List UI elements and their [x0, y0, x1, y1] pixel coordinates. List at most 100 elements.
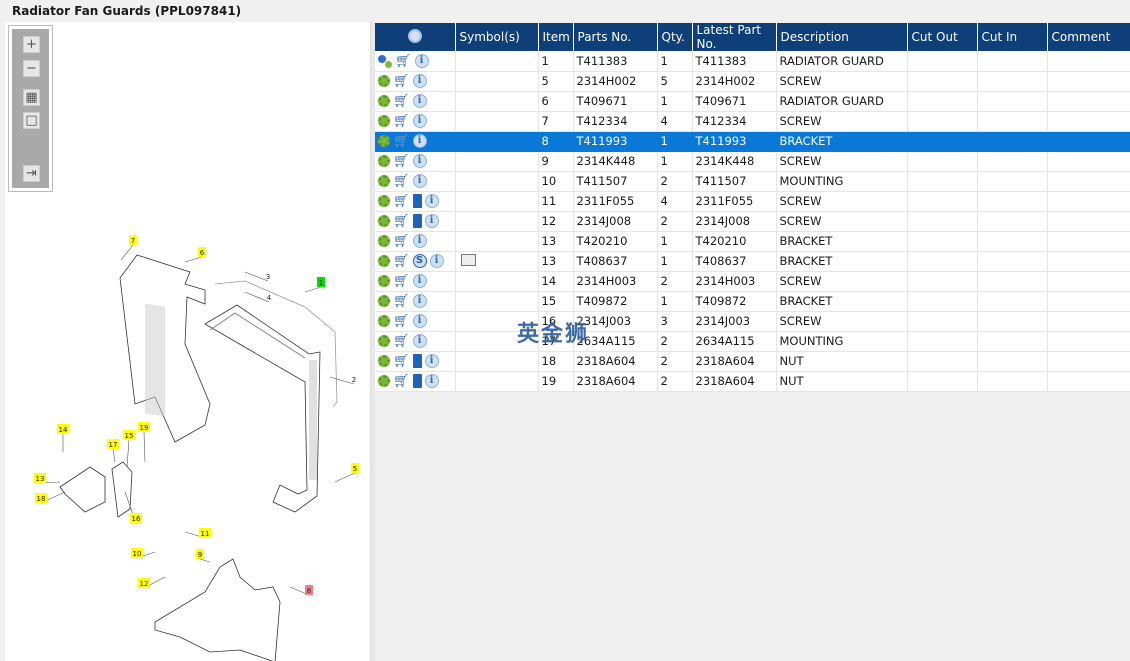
- callout-13[interactable]: 13: [34, 473, 61, 484]
- info-icon[interactable]: i: [424, 354, 439, 369]
- callout-2[interactable]: 2: [329, 374, 358, 385]
- gear-icon[interactable]: [378, 75, 390, 88]
- column-header-latest-part-no[interactable]: Latest Part No.: [692, 23, 777, 51]
- table-row[interactable]: 🛒︎ i 17 2634A115 2 2634A115 MOUNTING: [375, 331, 1130, 352]
- table-row[interactable]: 🛒︎ i 12 2314J008 2 2314J008 SCREW: [375, 211, 1130, 232]
- column-header-comment[interactable]: Comment: [1047, 23, 1130, 51]
- info-icon[interactable]: i: [412, 294, 427, 309]
- callout-19[interactable]: 19: [138, 422, 150, 463]
- s-icon[interactable]: S: [412, 254, 427, 269]
- cart-icon[interactable]: 🛒︎: [393, 135, 410, 148]
- cart-icon[interactable]: 🛒︎: [393, 255, 410, 268]
- diagram-panel[interactable]: 7 6 3 4 1 2 5 14 17 15 19 13 18 16 11 10 9 12 8 + − ▦ □ ⇥: [5, 22, 370, 661]
- callout-4[interactable]: 4: [244, 291, 273, 303]
- gears-icon[interactable]: [378, 54, 392, 68]
- table-row[interactable]: 🛒︎ i 8 T411993 1 T411993 BRACKET: [375, 131, 1130, 152]
- gear-icon[interactable]: [378, 335, 390, 348]
- info-icon[interactable]: i: [412, 94, 427, 109]
- table-row[interactable]: 🛒︎ i 19 2318A604 2 2318A604 NUT: [375, 371, 1130, 392]
- zoom-in-button[interactable]: +: [23, 36, 40, 53]
- book-icon[interactable]: [412, 374, 422, 389]
- cart-icon[interactable]: 🛒︎: [393, 355, 410, 368]
- info-icon[interactable]: i: [424, 374, 439, 389]
- gear-icon[interactable]: [378, 95, 390, 108]
- cart-icon[interactable]: 🛒︎: [393, 335, 410, 348]
- table-row[interactable]: 🛒︎ i 14 2314H003 2 2314H003 SCREW: [375, 271, 1130, 292]
- callout-14[interactable]: 14: [57, 424, 69, 452]
- info-icon[interactable]: i: [424, 194, 439, 209]
- table-row[interactable]: 🛒︎ i 13 T420210 1 T420210 BRACKET: [375, 231, 1130, 252]
- table-row[interactable]: 🛒︎ i 10 T411507 2 T411507 MOUNTING: [375, 171, 1130, 192]
- book-icon[interactable]: [412, 214, 422, 229]
- column-header-search[interactable]: [375, 23, 456, 51]
- callout-1[interactable]: 1: [304, 277, 325, 293]
- gear-icon[interactable]: [378, 175, 390, 188]
- callout-11[interactable]: 11: [184, 528, 211, 539]
- cart-icon[interactable]: 🛒︎: [393, 215, 410, 228]
- gear-icon[interactable]: [378, 195, 390, 208]
- table-row[interactable]: 🛒︎ i 18 2318A604 2 2318A604 NUT: [375, 351, 1130, 372]
- table-row[interactable]: 🛒︎ i 1 T411383 1 T411383 RADIATOR GUARD: [375, 51, 1130, 72]
- column-header-cut-in[interactable]: Cut In: [977, 23, 1048, 51]
- book-icon[interactable]: [412, 354, 422, 369]
- table-row[interactable]: 🛒︎ i 15 T409872 1 T409872 BRACKET: [375, 291, 1130, 312]
- cart-icon[interactable]: 🛒︎: [393, 175, 410, 188]
- cart-icon[interactable]: 🛒︎: [393, 315, 410, 328]
- info-icon[interactable]: i: [412, 134, 427, 149]
- exploded-diagram[interactable]: 7634125141715191318161110 9128: [5, 22, 370, 661]
- callout-6[interactable]: 6: [184, 247, 206, 263]
- book-icon[interactable]: [412, 194, 422, 209]
- gear-icon[interactable]: [378, 115, 390, 128]
- info-icon[interactable]: i: [429, 254, 444, 269]
- cart-icon[interactable]: 🛒︎: [395, 55, 412, 68]
- info-icon[interactable]: i: [412, 74, 427, 89]
- info-icon[interactable]: i: [412, 274, 427, 289]
- column-header-qty[interactable]: Qty.: [657, 23, 693, 51]
- gear-icon[interactable]: [378, 295, 390, 308]
- callout-9[interactable]: 9: [196, 549, 211, 563]
- callout-15[interactable]: 15: [123, 430, 135, 468]
- gear-icon[interactable]: [378, 315, 390, 328]
- export-button[interactable]: ⇥: [23, 165, 40, 182]
- info-icon[interactable]: i: [412, 234, 427, 249]
- gear-icon[interactable]: [378, 275, 390, 288]
- gear-icon[interactable]: [378, 375, 390, 388]
- cart-icon[interactable]: 🛒︎: [393, 195, 410, 208]
- info-icon[interactable]: i: [412, 314, 427, 329]
- gear-icon[interactable]: [378, 155, 390, 168]
- gear-icon[interactable]: [378, 255, 390, 268]
- gear-icon[interactable]: [378, 355, 390, 368]
- gear-icon[interactable]: [378, 235, 390, 248]
- search-grid-icon[interactable]: [407, 28, 422, 43]
- info-icon[interactable]: i: [412, 334, 427, 349]
- table-row[interactable]: 🛒︎ Si 13 T408637 1 T408637 BRACKET: [375, 251, 1130, 272]
- cart-icon[interactable]: 🛒︎: [393, 375, 410, 388]
- table-row[interactable]: 🛒︎ i 11 2311F055 4 2311F055 SCREW: [375, 191, 1130, 212]
- gear-icon[interactable]: [378, 135, 390, 148]
- info-icon[interactable]: i: [414, 54, 429, 68]
- cart-icon[interactable]: 🛒︎: [393, 75, 410, 88]
- cart-icon[interactable]: 🛒︎: [393, 115, 410, 128]
- column-header-cut-out[interactable]: Cut Out: [907, 23, 978, 51]
- info-icon[interactable]: i: [412, 154, 427, 169]
- book-search-icon[interactable]: [460, 253, 476, 266]
- callout-3[interactable]: 3: [244, 271, 272, 282]
- table-row[interactable]: 🛒︎ i 7 T412334 4 T412334 SCREW: [375, 111, 1130, 132]
- zoom-out-button[interactable]: −: [23, 60, 40, 77]
- callout-8[interactable]: 8: [289, 585, 313, 596]
- cart-icon[interactable]: 🛒︎: [393, 235, 410, 248]
- callout-7[interactable]: 7: [120, 235, 137, 261]
- table-row[interactable]: 🛒︎ i 5 2314H002 5 2314H002 SCREW: [375, 71, 1130, 92]
- callout-18[interactable]: 18: [35, 491, 66, 504]
- callout-5[interactable]: 5: [334, 463, 359, 483]
- callout-16[interactable]: 16: [124, 491, 142, 524]
- column-header-item[interactable]: Item: [538, 23, 574, 51]
- info-icon[interactable]: i: [412, 114, 427, 129]
- fit-to-window-button[interactable]: ▦: [23, 89, 40, 106]
- column-header-parts-no[interactable]: Parts No.: [573, 23, 658, 51]
- column-header-symbol-s[interactable]: Symbol(s): [455, 23, 539, 51]
- cart-icon[interactable]: 🛒︎: [393, 275, 410, 288]
- info-icon[interactable]: i: [412, 174, 427, 189]
- cart-icon[interactable]: 🛒︎: [393, 155, 410, 168]
- column-header-description[interactable]: Description: [776, 23, 908, 51]
